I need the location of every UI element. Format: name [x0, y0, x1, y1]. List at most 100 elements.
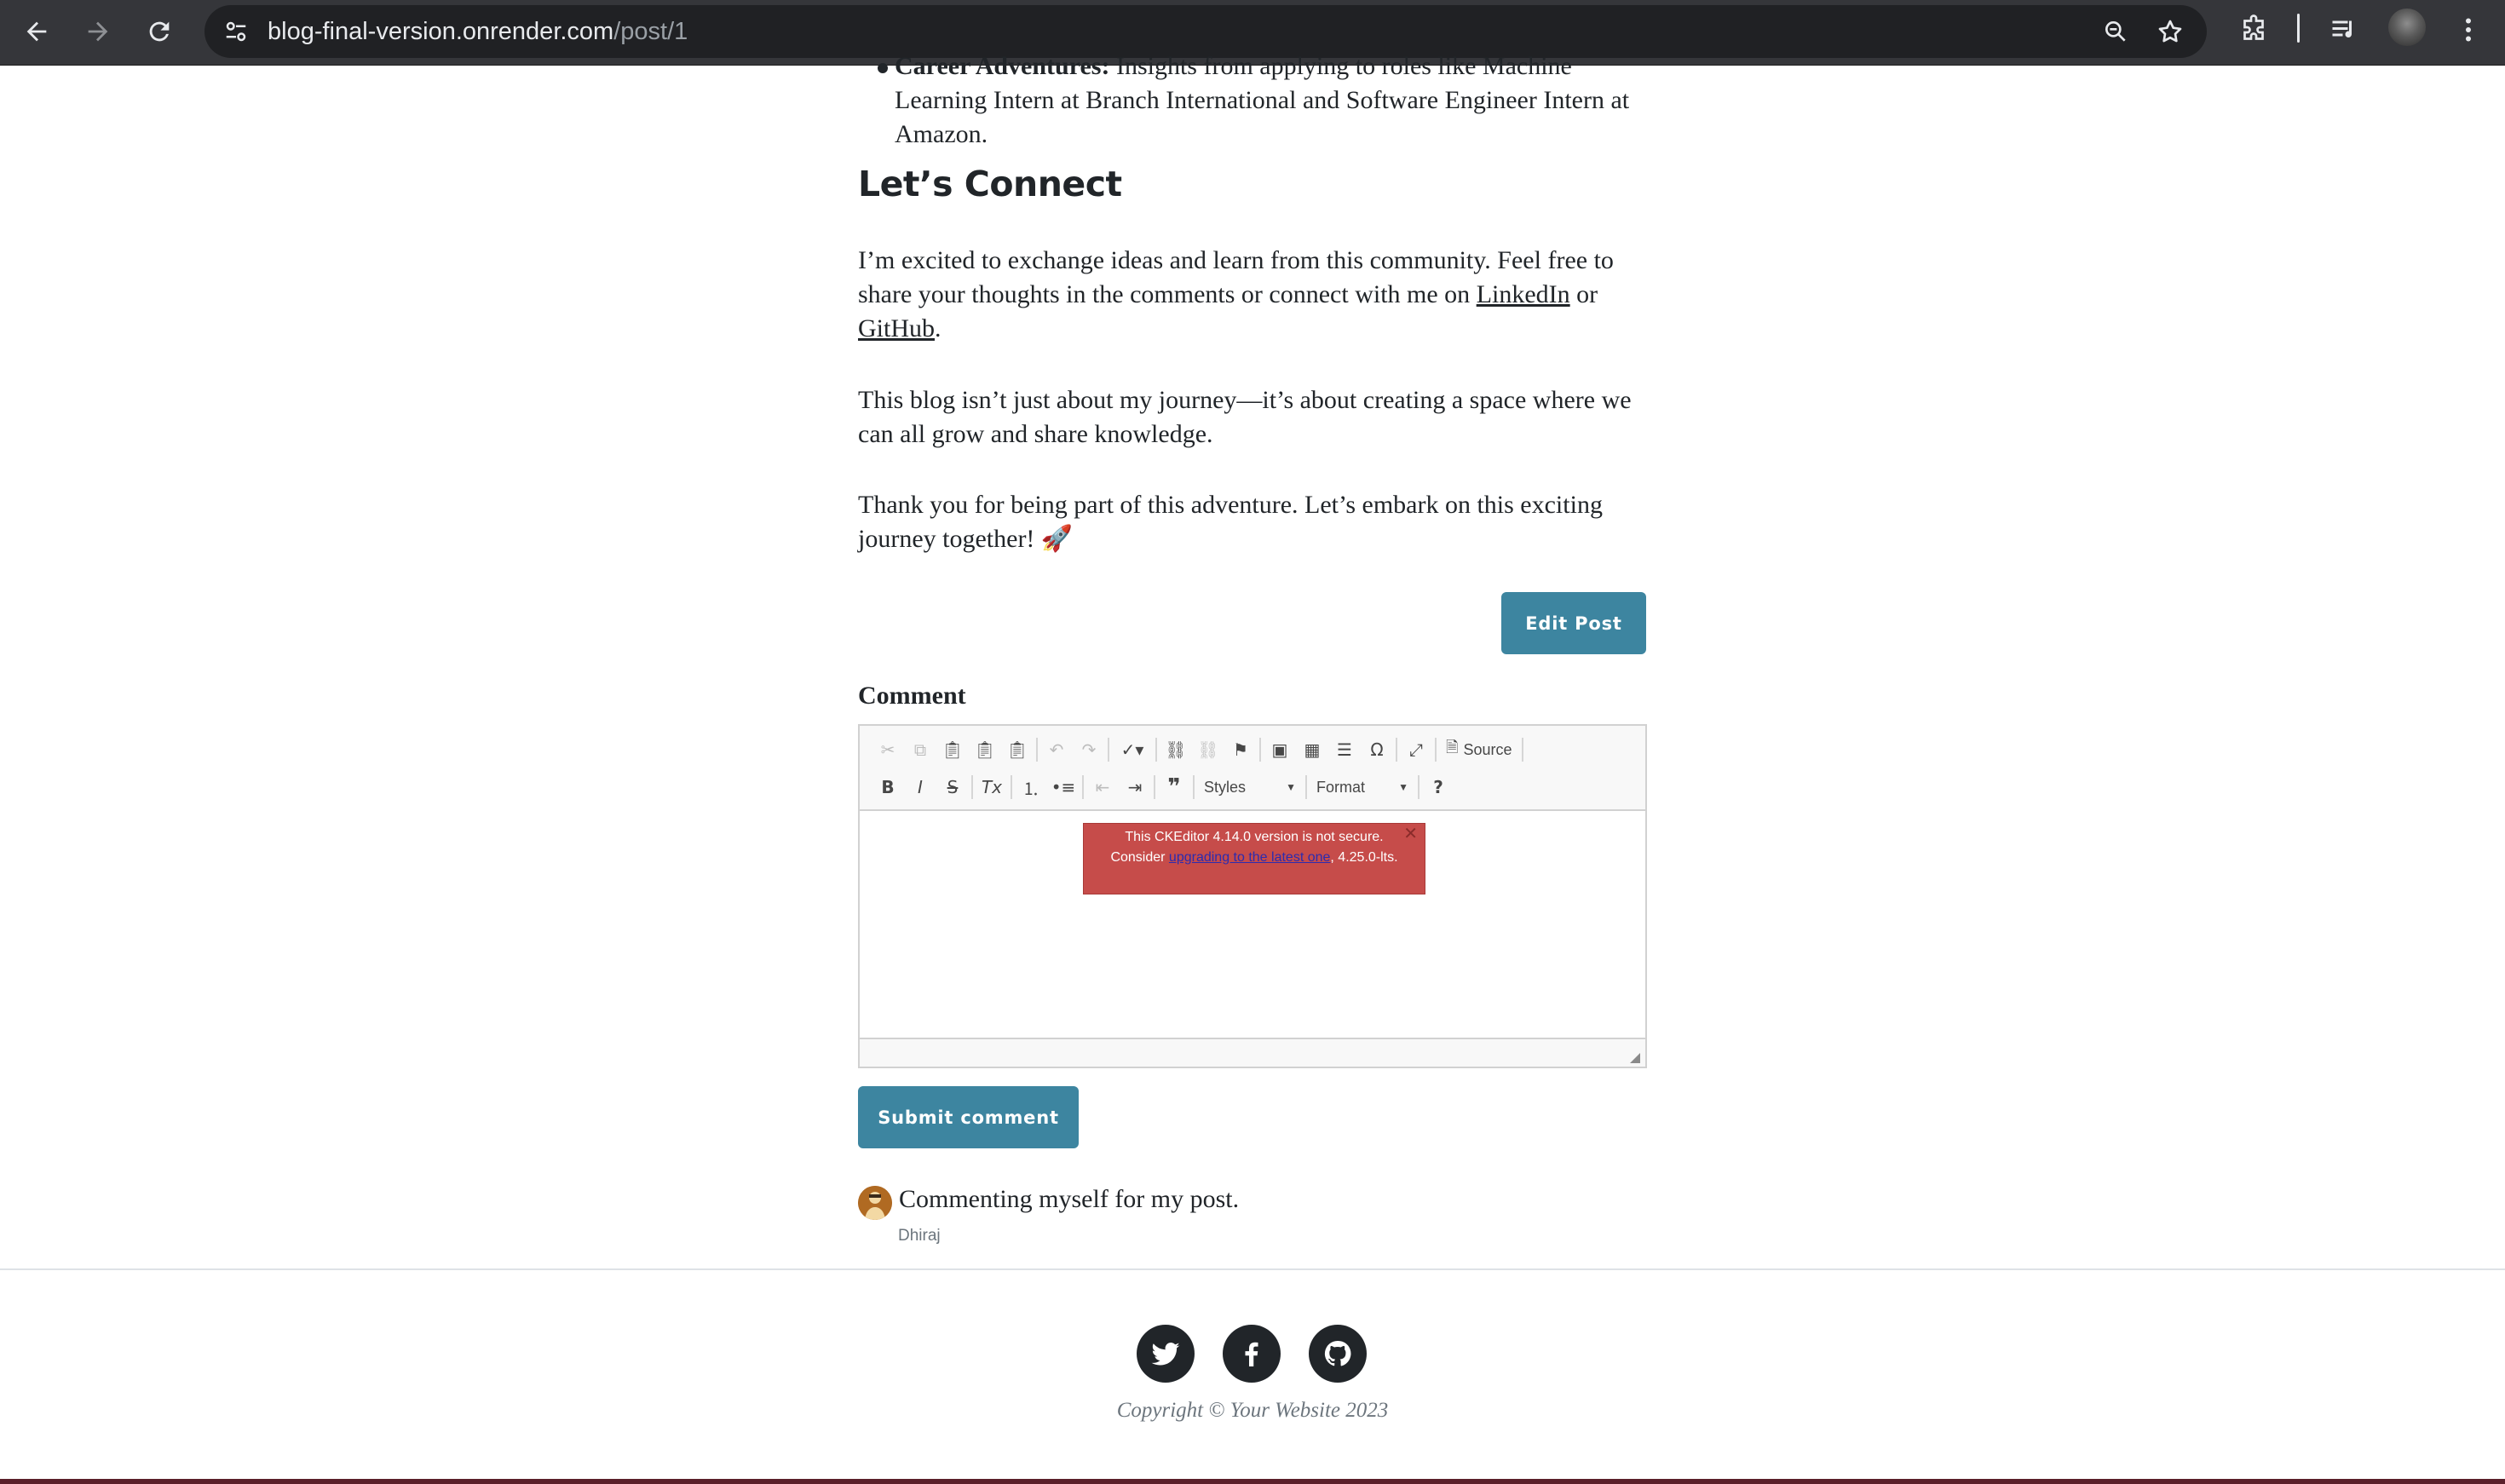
- chevron-down-icon: ▼: [1286, 781, 1296, 793]
- linkedin-link[interactable]: LinkedIn: [1477, 280, 1570, 308]
- extensions-icon[interactable]: [2229, 5, 2278, 55]
- source-doc-icon: 🗎︎: [1446, 739, 1459, 756]
- section-heading: Let’s Connect: [858, 164, 1122, 204]
- url-path: /post/1: [613, 18, 688, 45]
- image-icon[interactable]: ▣: [1264, 733, 1296, 766]
- source-button[interactable]: 🗎︎ Source: [1439, 733, 1519, 766]
- paragraph-text: or: [1569, 280, 1598, 308]
- github-link[interactable]: GitHub: [858, 314, 935, 342]
- format-label: Format: [1316, 778, 1366, 796]
- format-dropdown[interactable]: Format ▼: [1310, 773, 1415, 802]
- toolbar-separator: [1418, 775, 1420, 799]
- paste-word-icon[interactable]: 📋︎: [1001, 733, 1034, 766]
- toolbar-separator: [1108, 738, 1109, 762]
- toolbar-separator: [1305, 775, 1307, 799]
- reload-icon: [149, 21, 170, 42]
- reload-button[interactable]: [135, 7, 184, 56]
- unlink-icon[interactable]: ⛓: [1192, 733, 1224, 766]
- profile-avatar[interactable]: [2388, 9, 2426, 46]
- toolbar-separator: [971, 775, 973, 799]
- toolbar-separator: [1154, 775, 1155, 799]
- resize-handle-icon[interactable]: [1628, 1051, 1640, 1063]
- indent-icon[interactable]: ⇥: [1119, 771, 1151, 803]
- twitter-icon: [1151, 1342, 1180, 1366]
- maximize-icon[interactable]: ⤢: [1400, 733, 1432, 766]
- toolbar-separator: [1521, 738, 1523, 762]
- facebook-icon: [1245, 1342, 1258, 1366]
- redo-icon[interactable]: ↷: [1073, 733, 1105, 766]
- submit-comment-button[interactable]: Submit comment: [858, 1086, 1079, 1148]
- spellcheck-icon[interactable]: ✓▾: [1112, 733, 1153, 766]
- italic-icon[interactable]: I: [904, 771, 936, 803]
- toolbar-row-2: B I S Tx ⒈ •≡ ⇤ ⇥ ❞ Styles ▼ Format ▼ ?: [872, 770, 1454, 804]
- anchor-flag-icon[interactable]: ⚑: [1224, 733, 1257, 766]
- paste-text-icon[interactable]: 📋︎: [969, 733, 1001, 766]
- upgrade-link[interactable]: upgrading to the latest one: [1169, 850, 1330, 865]
- arrow-left-icon: [26, 21, 47, 42]
- menu-kebab-icon[interactable]: [2444, 5, 2493, 55]
- help-icon[interactable]: ?: [1422, 771, 1454, 803]
- toolbar-separator: [1011, 775, 1012, 799]
- facebook-link[interactable]: [1223, 1325, 1281, 1383]
- strike-icon[interactable]: S: [936, 771, 969, 803]
- toolbar-divider: [2297, 14, 2300, 43]
- paragraph-thanks: Thank you for being part of this adventu…: [858, 491, 1603, 553]
- cut-icon[interactable]: ✂: [872, 733, 904, 766]
- edit-post-button[interactable]: Edit Post: [1501, 592, 1646, 654]
- security-warning: This CKEditor 4.14.0 version is not secu…: [1083, 823, 1425, 894]
- site-info-icon[interactable]: [218, 14, 254, 49]
- toolbar-separator: [1435, 738, 1437, 762]
- special-char-icon[interactable]: Ω: [1361, 733, 1393, 766]
- styles-dropdown[interactable]: Styles ▼: [1197, 773, 1303, 802]
- comment-author: Dhiraj: [898, 1227, 941, 1245]
- paragraph-text: .: [935, 314, 942, 342]
- avatar: [858, 1186, 892, 1220]
- window-bottom-edge: [0, 1479, 2505, 1484]
- editor-toolbar: ✂ ⧉ 📋︎ 📋︎ 📋︎ ↶ ↷ ✓▾ ⛓ ⛓ ⚑ ▣ ▦ ☰ Ω ⤢ 🗎︎ So…: [860, 726, 1645, 811]
- outdent-icon[interactable]: ⇤: [1086, 771, 1119, 803]
- twitter-link[interactable]: [1137, 1325, 1195, 1383]
- bold-icon[interactable]: B: [872, 771, 904, 803]
- blockquote-icon[interactable]: ❞: [1158, 771, 1190, 803]
- toolbar-separator: [1193, 775, 1195, 799]
- comment-label: Comment: [858, 682, 966, 710]
- paragraph-journey: This blog isn’t just about my journey—it…: [858, 386, 1632, 448]
- paragraph-connect: I’m excited to exchange ideas and learn …: [858, 244, 1647, 346]
- copy-icon[interactable]: ⧉: [904, 733, 936, 766]
- media-control-icon[interactable]: [2319, 5, 2369, 55]
- table-icon[interactable]: ▦: [1296, 733, 1328, 766]
- link-icon[interactable]: ⛓: [1160, 733, 1192, 766]
- remove-format-icon[interactable]: Tx: [976, 771, 1008, 803]
- bulleted-list-icon[interactable]: •≡: [1047, 771, 1080, 803]
- toolbar-separator: [1155, 738, 1157, 762]
- zoom-icon[interactable]: [2098, 14, 2134, 49]
- toolbar-row-1: ✂ ⧉ 📋︎ 📋︎ 📋︎ ↶ ↷ ✓▾ ⛓ ⛓ ⚑ ▣ ▦ ☰ Ω ⤢ 🗎︎ So…: [872, 733, 1526, 767]
- toolbar-separator: [1082, 775, 1084, 799]
- close-icon[interactable]: ✕: [1403, 825, 1418, 843]
- arrow-right-icon: [88, 21, 108, 42]
- source-label: Source: [1463, 740, 1512, 758]
- warning-text-tail: , 4.25.0-lts.: [1330, 850, 1398, 865]
- bookmark-star-icon[interactable]: [2152, 14, 2188, 49]
- toolbar-separator: [1396, 738, 1397, 762]
- editor-statusbar: [860, 1038, 1645, 1067]
- footer-divider: [0, 1268, 2505, 1270]
- comment-text: Commenting myself for my post.: [899, 1185, 1240, 1213]
- horizontal-line-icon[interactable]: ☰: [1328, 733, 1361, 766]
- numbered-list-icon[interactable]: ⒈: [1015, 771, 1047, 803]
- undo-icon[interactable]: ↶: [1040, 733, 1073, 766]
- list-item: Career Adventures: Insights from applyin…: [895, 49, 1644, 152]
- github-icon: [1324, 1340, 1351, 1366]
- toolbar-separator: [1259, 738, 1261, 762]
- github-link-footer[interactable]: [1309, 1325, 1367, 1383]
- copyright-text: Copyright © Your Website 2023: [1116, 1399, 1389, 1422]
- list-item-title: Career Adventures:: [895, 52, 1110, 80]
- list-bullet: [878, 63, 888, 73]
- paste-icon[interactable]: 📋︎: [936, 733, 969, 766]
- url-text[interactable]: blog-final-version.onrender.com/post/1: [268, 5, 688, 58]
- back-button[interactable]: [12, 7, 61, 56]
- styles-label: Styles: [1204, 778, 1247, 796]
- forward-button[interactable]: [73, 7, 123, 56]
- url-host: blog-final-version.onrender.com: [268, 18, 614, 45]
- toolbar-separator: [1036, 738, 1038, 762]
